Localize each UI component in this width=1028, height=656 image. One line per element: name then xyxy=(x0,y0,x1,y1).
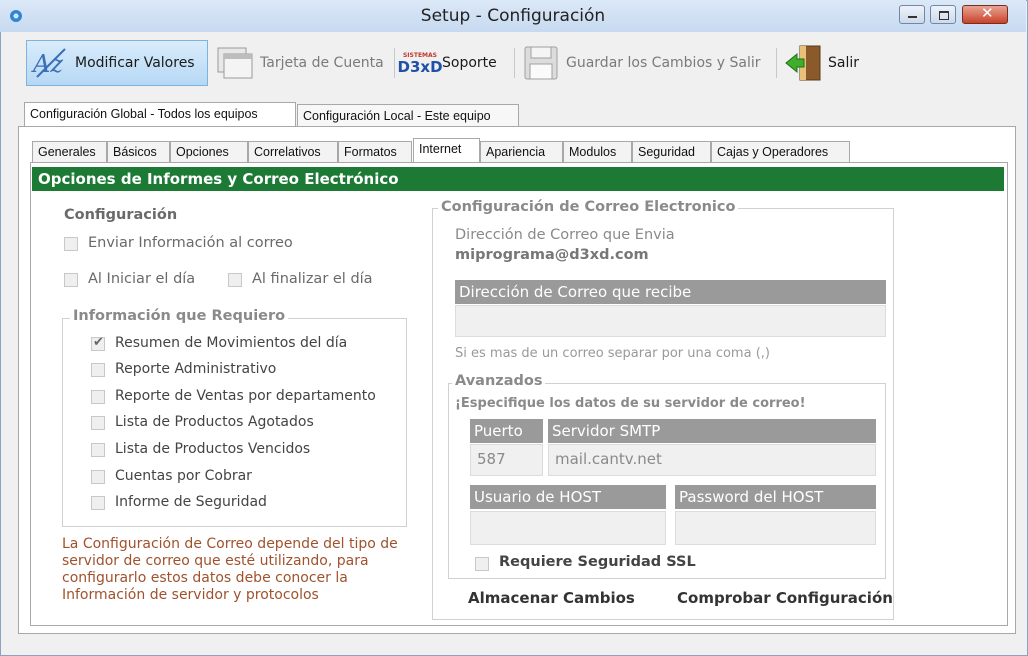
ssl-label: Requiere Seguridad SSL xyxy=(499,554,696,570)
floppy-disk-icon xyxy=(524,46,558,80)
admin-report-label: Reporte Administrativo xyxy=(115,361,277,377)
save-exit-button[interactable]: Guardar los Cambios y Salir xyxy=(518,40,772,86)
maximize-button[interactable] xyxy=(930,5,956,24)
host-password-header: Password del HOST xyxy=(675,485,876,509)
receiver-hint: Si es mas de un correo separar por una c… xyxy=(455,346,770,361)
admin-report-checkbox[interactable] xyxy=(91,363,105,377)
exit-door-icon xyxy=(785,45,821,81)
out-of-stock-checkbox[interactable] xyxy=(91,416,105,430)
sender-value: miprograma@d3xd.com xyxy=(455,247,649,263)
port-header: Puerto xyxy=(470,419,543,443)
section-banner: Opciones de Informes y Correo Electrónic… xyxy=(32,167,1004,191)
tab-formatos[interactable]: Formatos xyxy=(338,141,412,162)
send-email-label: Enviar Información al correo xyxy=(88,235,293,251)
security-report-checkbox[interactable] xyxy=(91,496,105,510)
save-changes-button[interactable]: Almacenar Cambios xyxy=(468,589,635,607)
expired-checkbox[interactable] xyxy=(91,443,105,457)
tab-cajas-operadores[interactable]: Cajas y Operadores xyxy=(711,141,850,162)
receivables-checkbox[interactable] xyxy=(91,470,105,484)
advanced-title: Avanzados xyxy=(452,373,546,389)
tab-modulos[interactable]: Modulos xyxy=(563,141,632,162)
config-note: La Configuración de Correo depende del t… xyxy=(62,536,398,604)
sales-report-label: Reporte de Ventas por departamento xyxy=(115,388,376,404)
sender-label: Dirección de Correo que Envia xyxy=(455,227,675,243)
out-of-stock-label: Lista de Productos Agotados xyxy=(115,414,314,430)
summary-label: Resumen de Movimientos del día xyxy=(115,335,348,351)
exit-button[interactable]: Salir xyxy=(780,40,864,86)
on-start-checkbox[interactable] xyxy=(64,273,78,287)
smtp-server-input[interactable]: mail.cantv.net xyxy=(548,444,876,476)
receiver-header: Dirección de Correo que recibe xyxy=(455,280,886,304)
minimize-button[interactable] xyxy=(899,5,925,24)
host-password-input[interactable] xyxy=(675,511,876,545)
sales-report-checkbox[interactable] xyxy=(91,390,105,404)
email-config-title: Configuración de Correo Electronico xyxy=(438,199,739,215)
on-start-label: Al Iniciar el día xyxy=(88,271,196,287)
window-card-icon xyxy=(217,47,253,79)
toolbar: Az Modificar Valores Tarjeta de Cuenta S… xyxy=(8,38,1018,94)
toolbar-separator xyxy=(776,48,777,78)
expired-label: Lista de Productos Vencidos xyxy=(115,441,311,457)
account-card-label: Tarjeta de Cuenta xyxy=(260,55,384,71)
support-label: Soporte xyxy=(442,55,497,71)
tab-basicos[interactable]: Básicos xyxy=(107,141,170,162)
tab-global-config[interactable]: Configuración Global - Todos los equipos xyxy=(24,102,296,127)
note-line: La Configuración de Correo depende del t… xyxy=(62,536,398,552)
save-exit-label: Guardar los Cambios y Salir xyxy=(566,55,761,71)
required-info-title: Información que Requiero xyxy=(70,308,289,324)
advanced-subtitle: ¡Especifique los datos de su servidor de… xyxy=(455,396,806,411)
window-title: Setup - Configuración xyxy=(420,6,606,26)
tab-generales[interactable]: Generales xyxy=(32,141,107,162)
summary-checkbox[interactable] xyxy=(91,335,105,351)
edit-text-icon: Az xyxy=(31,48,66,78)
config-heading: Configuración xyxy=(64,207,178,223)
exit-label: Salir xyxy=(828,55,860,71)
account-card-button[interactable]: Tarjeta de Cuenta xyxy=(212,40,392,86)
tab-correlativos[interactable]: Correlativos xyxy=(248,141,338,162)
note-line: servidor de correo que esté utilizando, … xyxy=(62,553,369,569)
receivables-label: Cuentas por Cobrar xyxy=(115,468,252,484)
close-icon: ✕ xyxy=(981,4,994,22)
note-line: configurarlo estos datos debe conocer la xyxy=(62,570,348,586)
advanced-group xyxy=(448,383,886,579)
d3xd-logo: SISTEMAS D3xD xyxy=(397,51,443,76)
close-button[interactable]: ✕ xyxy=(962,4,1008,24)
note-line: Información de servidor y protocolos xyxy=(62,587,319,603)
tab-local-config[interactable]: Configuración Local - Este equipo xyxy=(297,104,519,126)
toolbar-separator xyxy=(514,48,515,78)
support-button[interactable]: SISTEMAS D3xD Soporte xyxy=(398,40,510,86)
test-config-button[interactable]: Comprobar Configuración xyxy=(677,589,893,607)
tab-seguridad[interactable]: Seguridad xyxy=(632,141,711,162)
ssl-checkbox[interactable] xyxy=(475,557,489,571)
tab-opciones[interactable]: Opciones xyxy=(170,141,248,162)
smtp-header: Servidor SMTP xyxy=(548,419,876,443)
on-end-checkbox[interactable] xyxy=(228,273,242,287)
security-report-label: Informe de Seguridad xyxy=(115,494,267,510)
host-user-input[interactable] xyxy=(470,511,666,545)
tab-internet[interactable]: Internet xyxy=(413,138,480,163)
port-input[interactable]: 587 xyxy=(470,444,543,476)
title-bar: Setup - Configuración ✕ xyxy=(0,0,1026,32)
tab-apariencia[interactable]: Apariencia xyxy=(480,141,563,162)
toolbar-separator xyxy=(394,48,395,78)
modify-values-button[interactable]: Az Modificar Valores xyxy=(26,40,208,86)
receiver-email-input[interactable] xyxy=(455,305,886,337)
maximize-icon xyxy=(939,11,949,20)
modify-values-label: Modificar Valores xyxy=(75,55,195,71)
minimize-icon xyxy=(908,16,917,18)
host-user-header: Usuario de HOST xyxy=(470,485,666,509)
send-email-checkbox[interactable] xyxy=(64,237,78,251)
on-end-label: Al finalizar el día xyxy=(252,271,373,287)
